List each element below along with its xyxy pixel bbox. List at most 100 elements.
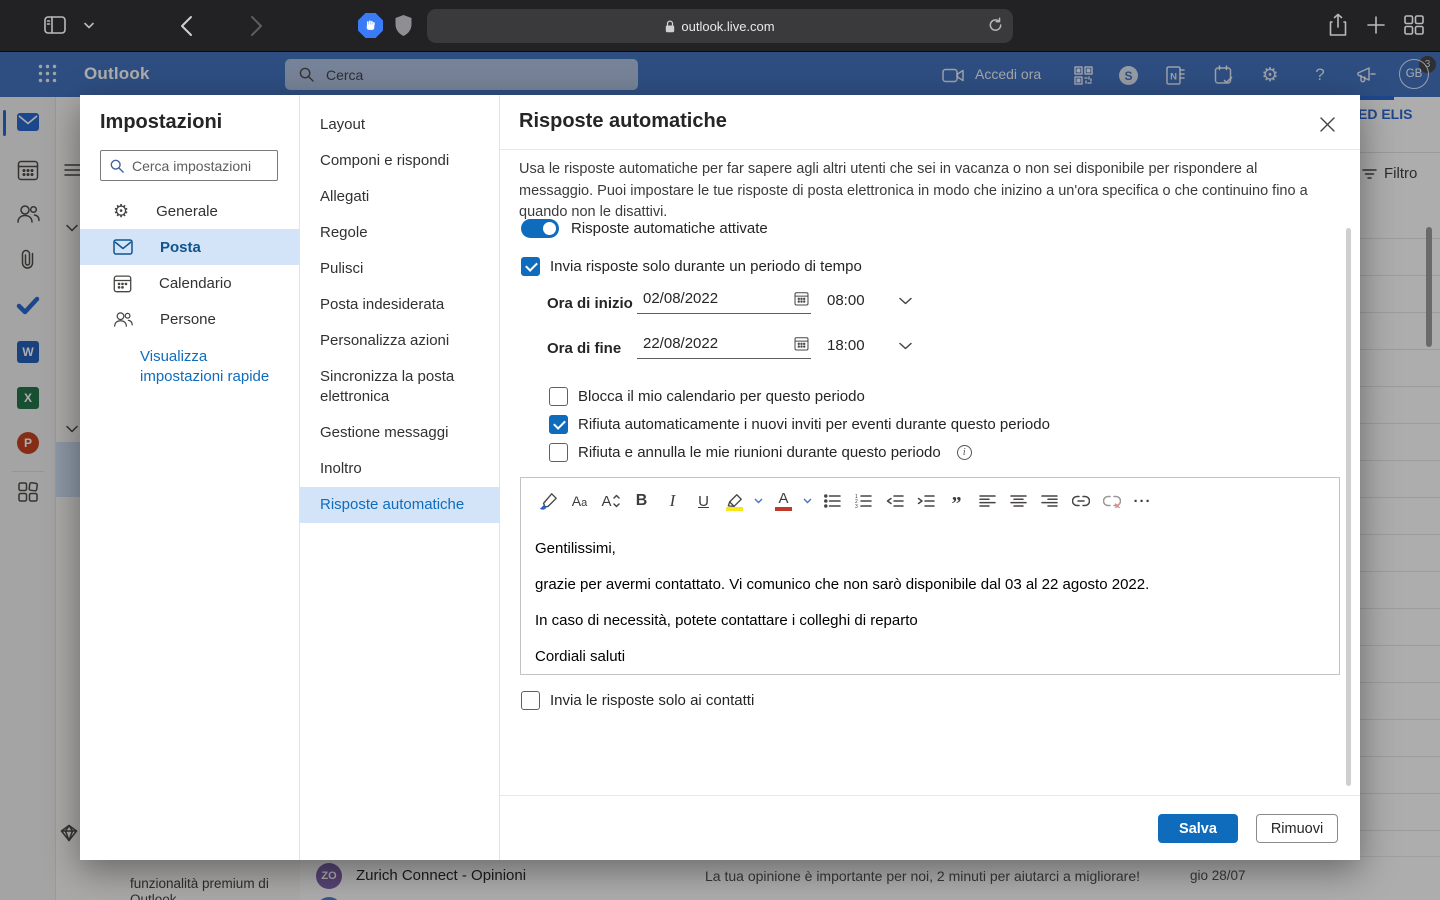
highlight-color-bar xyxy=(726,507,743,511)
align-center-icon[interactable] xyxy=(1005,488,1032,515)
nav-componi[interactable]: Componi e rispondi xyxy=(300,143,500,179)
people-icon xyxy=(113,311,133,328)
nav-layout[interactable]: Layout xyxy=(300,107,500,143)
block-calendar-checkbox[interactable] xyxy=(549,387,568,406)
numbered-list-icon[interactable]: 123 xyxy=(850,488,877,515)
share-icon[interactable] xyxy=(1329,13,1347,37)
calendar-picker-icon[interactable] xyxy=(794,291,809,306)
quick-settings-link[interactable]: Visualizza impostazioni rapide xyxy=(140,347,290,387)
font-color-bar xyxy=(775,507,792,511)
nav-inoltro[interactable]: Inoltro xyxy=(300,451,500,487)
search-icon xyxy=(110,159,124,173)
font-color-icon[interactable]: A xyxy=(770,488,797,515)
footer-divider xyxy=(500,795,1360,796)
highlight-icon[interactable] xyxy=(721,488,748,515)
end-time-dropdown[interactable]: 18:00 xyxy=(827,337,912,354)
reply-editor[interactable]: Aa A B I U A xyxy=(520,477,1340,675)
start-time-dropdown[interactable]: 08:00 xyxy=(827,292,912,309)
option-cancel-meetings: Rifiuta e annulla le mie riunioni durant… xyxy=(549,443,972,462)
start-label: Ora di inizio xyxy=(547,295,633,312)
nav-pulisci[interactable]: Pulisci xyxy=(300,251,500,287)
sidebar-toggle-icon[interactable] xyxy=(44,16,66,34)
font-size-icon[interactable]: A xyxy=(597,488,624,515)
content-blocker-extension-icon[interactable] xyxy=(358,13,383,38)
align-left-icon[interactable] xyxy=(974,488,1001,515)
bullet-list-icon[interactable] xyxy=(819,488,846,515)
bold-icon[interactable]: B xyxy=(628,488,655,515)
font-color-chevron-icon[interactable] xyxy=(801,488,813,515)
more-formatting-icon[interactable]: ··· xyxy=(1129,488,1156,515)
svg-text:3: 3 xyxy=(855,504,858,508)
outlook-page: Outlook Accedi ora S N ⚙ ? xyxy=(0,52,1440,900)
dialog-scrollbar[interactable] xyxy=(1346,228,1351,786)
category-persone[interactable]: Persone xyxy=(80,301,299,337)
font-name-icon[interactable]: Aa xyxy=(566,488,593,515)
chevron-down-icon xyxy=(899,342,912,350)
calendar-icon xyxy=(113,274,132,293)
lock-icon xyxy=(665,20,675,33)
nav-regole[interactable]: Regole xyxy=(300,215,500,251)
sidebar-chevron-icon[interactable] xyxy=(84,22,94,29)
category-posta[interactable]: Posta xyxy=(80,229,299,265)
settings-search-input[interactable] xyxy=(132,158,262,174)
option-decline-invites: Rifiuta automaticamente i nuovi inviti p… xyxy=(549,415,1050,434)
save-button[interactable]: Salva xyxy=(1158,814,1238,843)
settings-categories: ⚙ Generale Posta Calendario Persone xyxy=(80,193,299,337)
close-icon[interactable] xyxy=(1314,111,1340,137)
calendar-picker-icon[interactable] xyxy=(794,336,809,351)
period-checkbox[interactable] xyxy=(521,257,540,276)
italic-icon[interactable]: I xyxy=(659,488,686,515)
panel-title: Risposte automatiche xyxy=(519,110,727,133)
toggle-label: Risposte automatiche attivate xyxy=(571,220,768,237)
new-tab-icon[interactable] xyxy=(1367,16,1385,34)
settings-search-box[interactable] xyxy=(100,150,278,181)
settings-dialog: Impostazioni ⚙ Generale Posta Calendario xyxy=(80,95,1360,860)
nav-personalizza-azioni[interactable]: Personalizza azioni xyxy=(300,323,500,359)
autoreply-toggle[interactable] xyxy=(521,219,559,238)
info-icon[interactable]: i xyxy=(957,445,972,460)
nav-risposte-automatiche[interactable]: Risposte automatiche xyxy=(300,487,500,523)
remove-link-icon[interactable] xyxy=(1098,488,1125,515)
remove-button[interactable]: Rimuovi xyxy=(1256,814,1338,843)
contacts-only-row: Invia le risposte solo ai contatti xyxy=(521,691,754,710)
end-label: Ora di fine xyxy=(547,340,621,357)
insert-link-icon[interactable] xyxy=(1067,488,1094,515)
nav-posta-indesiderata[interactable]: Posta indesiderata xyxy=(300,287,500,323)
cancel-meetings-checkbox[interactable] xyxy=(549,443,568,462)
privacy-shield-icon[interactable] xyxy=(394,14,413,37)
chevron-down-icon xyxy=(899,297,912,305)
outdent-icon[interactable] xyxy=(881,488,908,515)
url-text: outlook.live.com xyxy=(681,19,774,34)
reload-icon[interactable] xyxy=(988,17,1003,36)
format-painter-icon[interactable] xyxy=(535,488,562,515)
tab-overview-icon[interactable] xyxy=(1404,15,1424,35)
browser-toolbar: outlook.live.com xyxy=(0,0,1440,52)
address-bar[interactable]: outlook.live.com xyxy=(427,9,1013,43)
end-date-field[interactable]: 22/08/2022 xyxy=(637,333,811,359)
nav-gestione-messaggi[interactable]: Gestione messaggi xyxy=(300,415,500,451)
panel-description: Usa le risposte automatiche per far sape… xyxy=(519,159,1333,224)
settings-title: Impostazioni xyxy=(100,111,222,134)
back-icon[interactable] xyxy=(180,15,193,37)
highlight-chevron-icon[interactable] xyxy=(752,488,764,515)
autoreply-toggle-row: Risposte automatiche attivate xyxy=(521,219,768,238)
mail-icon xyxy=(113,239,133,255)
contacts-only-checkbox[interactable] xyxy=(521,691,540,710)
gear-icon: ⚙ xyxy=(113,201,129,222)
align-right-icon[interactable] xyxy=(1036,488,1063,515)
nav-sincronizza[interactable]: Sincronizza la posta elettronica xyxy=(300,359,470,415)
decline-invites-checkbox[interactable] xyxy=(549,415,568,434)
quote-icon[interactable]: ” xyxy=(943,488,970,515)
reply-message-text[interactable]: Gentilissimi, grazie per avermi contatta… xyxy=(521,524,1339,667)
underline-icon[interactable]: U xyxy=(690,488,717,515)
title-divider xyxy=(500,149,1360,150)
indent-icon[interactable] xyxy=(912,488,939,515)
mail-settings-nav: Layout Componi e rispondi Allegati Regol… xyxy=(300,107,500,523)
category-generale[interactable]: ⚙ Generale xyxy=(80,193,299,229)
contacts-only-label: Invia le risposte solo ai contatti xyxy=(550,692,754,709)
start-date-field[interactable]: 02/08/2022 xyxy=(637,288,811,314)
nav-allegati[interactable]: Allegati xyxy=(300,179,500,215)
category-calendario[interactable]: Calendario xyxy=(80,265,299,301)
option-block-calendar: Blocca il mio calendario per questo peri… xyxy=(549,387,865,406)
forward-icon[interactable] xyxy=(250,15,263,37)
